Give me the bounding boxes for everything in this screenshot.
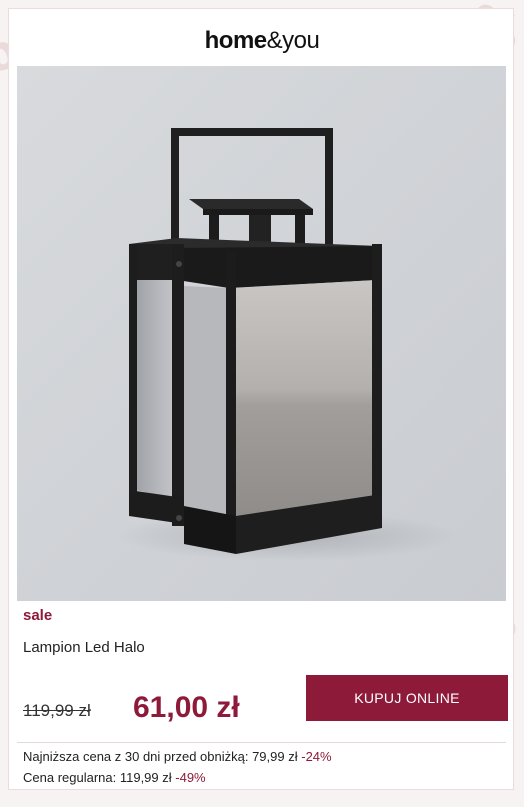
brand-logo[interactable]: home&you	[9, 27, 515, 55]
old-price: 119,99 zł	[23, 701, 91, 720]
product-card[interactable]: home&you sale Lampion Led Halo 119,99 zł…	[8, 8, 514, 790]
logo-bold-text: home	[204, 27, 268, 54]
regular-price-label: Cena regularna: 119,99 zł	[23, 770, 172, 785]
lowest-price-percent: -24%	[301, 749, 332, 764]
lantern-illustration	[117, 128, 457, 561]
current-price: 61,00 zł	[133, 691, 240, 724]
lowest-price-info: Najniższa cena z 30 dni przed obniżką: 7…	[23, 749, 332, 764]
buy-online-button[interactable]: KUPUJ ONLINE	[306, 675, 508, 721]
sale-badge: sale	[23, 607, 53, 624]
regular-price-info: Cena regularna: 119,99 zł -49%	[23, 770, 206, 785]
product-title[interactable]: Lampion Led Halo	[23, 639, 145, 656]
product-image[interactable]	[17, 66, 506, 601]
divider	[17, 742, 506, 743]
logo-light-text: &you	[266, 27, 320, 54]
lowest-price-label: Najniższa cena z 30 dni przed obniżką: 7…	[23, 749, 298, 764]
regular-price-percent: -49%	[175, 770, 206, 785]
